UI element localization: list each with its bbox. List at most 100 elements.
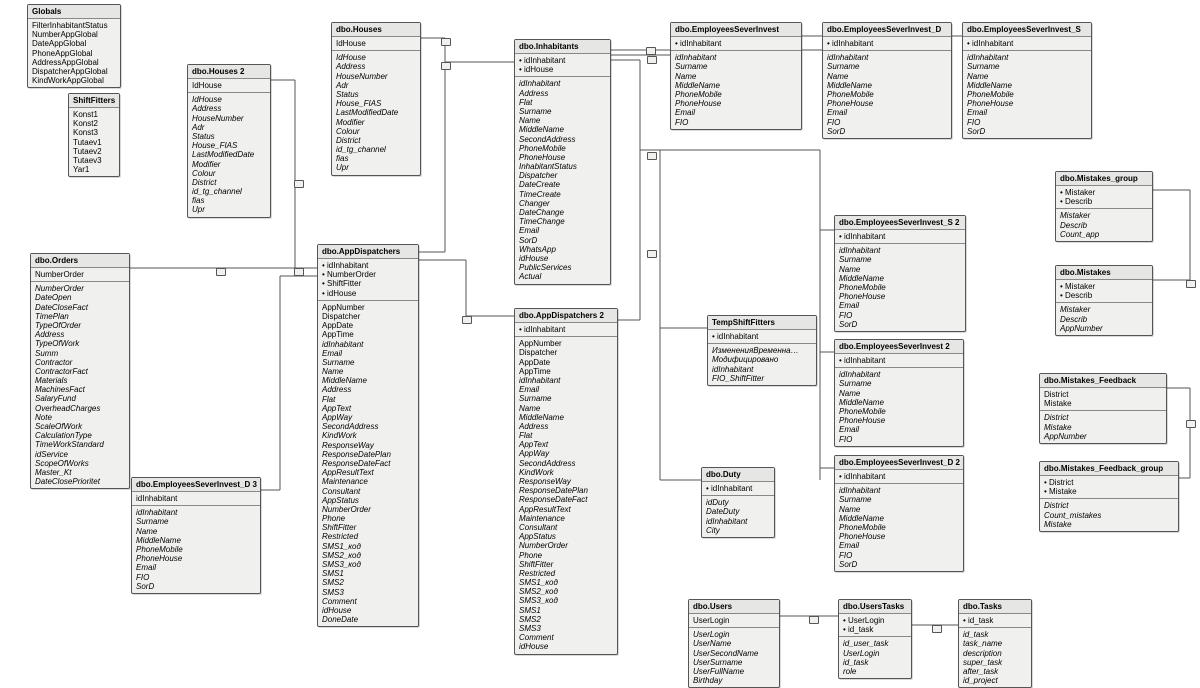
field: SorD xyxy=(519,236,606,245)
table-fields: idInhabitantidInhabitantSurnameNameMiddl… xyxy=(671,37,801,129)
relationship-connector-icon xyxy=(647,152,657,160)
field: AppDate xyxy=(519,358,613,367)
field: idInhabitant xyxy=(827,53,947,62)
table-tasks[interactable]: dbo.Tasksid_taskid_tasktask_namedescript… xyxy=(958,599,1032,688)
field: Surname xyxy=(839,495,959,504)
table-userstasks[interactable]: dbo.UsersTasksUserLoginid_taskid_user_ta… xyxy=(838,599,912,679)
field: SMS1_код xyxy=(519,578,613,587)
field: SMS3_код xyxy=(519,596,613,605)
field: FIO xyxy=(827,118,947,127)
field: Contractor xyxy=(35,358,125,367)
field: AppText xyxy=(519,440,613,449)
table-orders[interactable]: dbo.OrdersNumberOrderNumberOrderDateOpen… xyxy=(30,253,130,489)
field: MiddleName xyxy=(839,274,961,283)
field: Email xyxy=(839,541,959,550)
field: Yar1 xyxy=(73,165,115,174)
field: AppText xyxy=(322,404,414,413)
field: Surname xyxy=(136,517,256,526)
table-tempshift[interactable]: TempShiftFittersidInhabitantИзмененияВре… xyxy=(707,315,817,386)
table-mistakes_fbg[interactable]: dbo.Mistakes_Feedback_groupDistrictMista… xyxy=(1039,461,1179,532)
field: Dispatcher xyxy=(322,312,414,321)
field: PhoneHouse xyxy=(136,554,256,563)
field: ShiftFitter xyxy=(519,560,613,569)
table-esi_s2[interactable]: dbo.EmployeesSeverInvest_S 2idInhabitant… xyxy=(834,215,966,332)
field: Name xyxy=(827,72,947,81)
table-fields: IdHouseIdHouseAddressHouseNumberAdrStatu… xyxy=(188,79,270,217)
table-esi_d3[interactable]: dbo.EmployeesSeverInvest_D 3idInhabitant… xyxy=(131,477,261,594)
field: id_project xyxy=(963,676,1027,685)
field: Email xyxy=(519,385,613,394)
field: FIO_ShiftFitter xyxy=(712,374,812,383)
field: idHouse xyxy=(519,642,613,651)
field: Mistake xyxy=(1044,520,1174,529)
table-title: dbo.EmployeesSeverInvest_S 2 xyxy=(835,216,965,230)
relationship-connector-icon xyxy=(647,250,657,258)
table-fields: idInhabitantNumberOrderShiftFitteridHous… xyxy=(318,259,418,626)
table-users[interactable]: dbo.UsersUserLoginUserLoginUserNameUserS… xyxy=(688,599,780,688)
field: Address xyxy=(519,89,606,98)
table-fields: DistrictMistakeDistrictMistakeAppNumber xyxy=(1040,388,1166,443)
field: ResponseDateFact xyxy=(519,495,613,504)
field: idDuty xyxy=(706,498,770,507)
field: after_task xyxy=(963,667,1027,676)
field: idInhabitant xyxy=(827,39,947,48)
field: Name xyxy=(519,404,613,413)
table-globals[interactable]: GlobalsFilterInhabitantStatusNumberAppGl… xyxy=(27,4,121,88)
table-esi_d[interactable]: dbo.EmployeesSeverInvest_DidInhabitantid… xyxy=(822,22,952,139)
table-fields: Konst1Konst2Konst3Tutaev1Tutaev2Tutaev3Y… xyxy=(69,108,119,176)
table-inhabitants[interactable]: dbo.InhabitantsidInhabitantidHouseidInha… xyxy=(514,39,611,285)
field: Dispatcher xyxy=(519,348,613,357)
field: Mistaker xyxy=(1060,188,1148,197)
field: MiddleName xyxy=(136,536,256,545)
table-title: dbo.Duty xyxy=(702,468,774,482)
field: MiddleName xyxy=(827,81,947,90)
field: UserSurname xyxy=(693,658,775,667)
relationship-connector-icon xyxy=(462,316,472,324)
field: Flat xyxy=(322,395,414,404)
table-esi_d2[interactable]: dbo.EmployeesSeverInvest_D 2idInhabitant… xyxy=(834,455,964,572)
field: id_tg_channel xyxy=(336,145,416,154)
table-title: dbo.EmployeesSeverInvest_D 3 xyxy=(132,478,260,492)
field: AddressAppGlobal xyxy=(32,58,116,67)
field: Tutaev1 xyxy=(73,138,115,147)
field: SecondAddress xyxy=(322,422,414,431)
table-houses[interactable]: dbo.HousesIdHouseIdHouseAddressHouseNumb… xyxy=(331,22,421,176)
field: id_tg_channel xyxy=(192,187,266,196)
field: Note xyxy=(35,413,125,422)
field: Colour xyxy=(336,127,416,136)
field: KindWork xyxy=(519,468,613,477)
field: SMS3 xyxy=(519,624,613,633)
field: OverheadCharges xyxy=(35,404,125,413)
table-mistakes_group[interactable]: dbo.Mistakes_groupMistakerDescribMistake… xyxy=(1055,171,1153,242)
table-appdisp2[interactable]: dbo.AppDispatchers 2idInhabitantAppNumbe… xyxy=(514,308,618,655)
table-shiftfitters[interactable]: ShiftFittersKonst1Konst2Konst3Tutaev1Tut… xyxy=(68,93,120,177)
field: MiddleName xyxy=(675,81,797,90)
field: ResponseDatePlan xyxy=(322,450,414,459)
table-fields: MistakerDescribMistakerDescribAppNumber xyxy=(1056,280,1152,335)
field: Maintenance xyxy=(322,477,414,486)
table-esi2[interactable]: dbo.EmployeesSeverInvest 2idInhabitantid… xyxy=(834,339,964,447)
table-duty[interactable]: dbo.DutyidInhabitantidDutyDateDutyidInha… xyxy=(701,467,775,538)
field: SMS3_код xyxy=(322,560,414,569)
field: Email xyxy=(839,301,961,310)
table-esi_s[interactable]: dbo.EmployeesSeverInvest_SidInhabitantid… xyxy=(962,22,1092,139)
field: PhoneHouse xyxy=(967,99,1087,108)
relationship-connector-icon xyxy=(294,268,304,276)
table-houses2[interactable]: dbo.Houses 2IdHouseIdHouseAddressHouseNu… xyxy=(187,64,271,218)
field: idInhabitant xyxy=(675,39,797,48)
table-mistakes[interactable]: dbo.MistakesMistakerDescribMistakerDescr… xyxy=(1055,265,1153,336)
table-appdisp[interactable]: dbo.AppDispatchersidInhabitantNumberOrde… xyxy=(317,244,419,627)
field: District xyxy=(336,136,416,145)
field: MachinesFact xyxy=(35,385,125,394)
field: id_task xyxy=(963,630,1027,639)
relationship-connector-icon xyxy=(441,62,451,70)
er-diagram-canvas[interactable]: GlobalsFilterInhabitantStatusNumberAppGl… xyxy=(0,0,1200,687)
field: TimeChange xyxy=(519,217,606,226)
table-esi[interactable]: dbo.EmployeesSeverInvestidInhabitantidIn… xyxy=(670,22,802,130)
field: Surname xyxy=(839,255,961,264)
table-mistakes_fb[interactable]: dbo.Mistakes_FeedbackDistrictMistakeDist… xyxy=(1039,373,1167,444)
field: District xyxy=(1044,478,1174,487)
field: Konst1 xyxy=(73,110,115,119)
field: SMS2 xyxy=(322,578,414,587)
field: fias xyxy=(336,154,416,163)
